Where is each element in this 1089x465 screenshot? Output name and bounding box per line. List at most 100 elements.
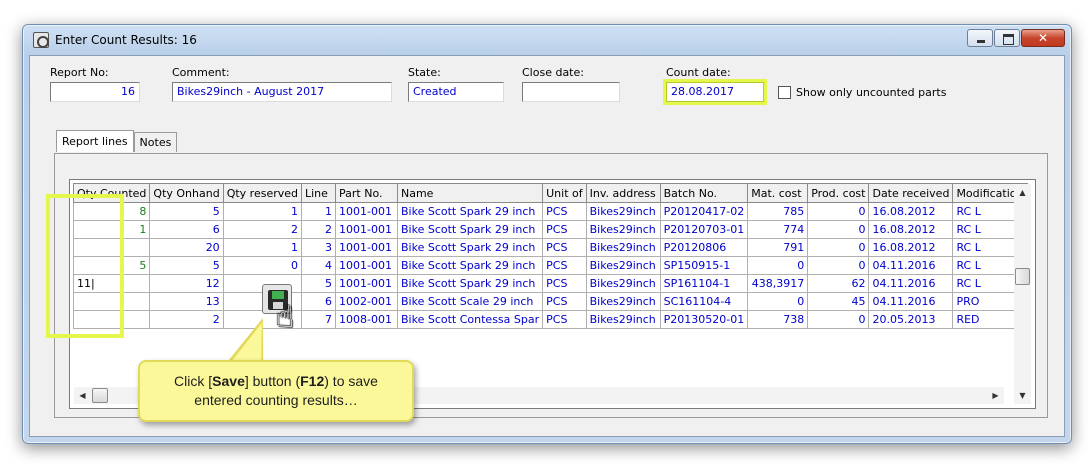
- cell-line[interactable]: 7: [301, 310, 336, 329]
- cell-name[interactable]: Bike Scott Spark 29 inch: [396, 256, 544, 275]
- close-date-field[interactable]: [522, 82, 620, 102]
- cell-line[interactable]: 3: [301, 238, 336, 257]
- cell-unit[interactable]: PCS: [542, 292, 587, 311]
- cell-qty-onhand[interactable]: 13: [149, 292, 224, 311]
- cell-qty-counted[interactable]: 1: [72, 220, 151, 239]
- cell-qty-reserved[interactable]: 0: [222, 256, 303, 275]
- cell-qty-counted[interactable]: [72, 292, 151, 311]
- scroll-up-arrow-icon[interactable]: ▲: [1014, 184, 1031, 201]
- cell-prod-cost[interactable]: 62: [807, 274, 870, 293]
- column-header-unit[interactable]: Unit of: [542, 183, 587, 203]
- column-header-mat-cost[interactable]: Mat. cost: [747, 183, 809, 203]
- cell-name[interactable]: Bike Scott Spark 29 inch: [396, 238, 544, 257]
- cell-qty-reserved[interactable]: 2: [222, 220, 303, 239]
- cell-line[interactable]: 4: [301, 256, 336, 275]
- cell-batch-no[interactable]: SP150915-1: [659, 256, 749, 275]
- cell-mat-cost[interactable]: 785: [747, 202, 809, 221]
- cell-qty-onhand[interactable]: 5: [149, 202, 224, 221]
- cell-date-received[interactable]: 04.11.2016: [868, 292, 954, 311]
- cell-mat-cost[interactable]: 438,3917: [747, 274, 809, 293]
- title-bar[interactable]: Enter Count Results: 16: [23, 25, 1071, 55]
- vertical-scrollbar[interactable]: ▲ ▼: [1014, 184, 1031, 404]
- column-header-qty-reserved[interactable]: Qty reserved: [222, 183, 303, 203]
- cell-inv-address[interactable]: Bikes29inch: [585, 274, 661, 293]
- cell-prod-cost[interactable]: 0: [807, 310, 870, 329]
- horizontal-scroll-thumb[interactable]: [92, 388, 108, 403]
- show-uncounted-checkbox[interactable]: [778, 86, 791, 99]
- cell-qty-counted[interactable]: 5: [72, 256, 151, 275]
- cell-inv-address[interactable]: Bikes29inch: [585, 202, 661, 221]
- cell-qty-reserved[interactable]: 1: [222, 202, 303, 221]
- vertical-scroll-thumb[interactable]: [1015, 268, 1030, 285]
- cell-unit[interactable]: PCS: [542, 310, 587, 329]
- cell-part-no[interactable]: 1001-001: [335, 220, 398, 239]
- cell-unit[interactable]: PCS: [542, 202, 587, 221]
- cell-batch-no[interactable]: SC161104-4: [659, 292, 749, 311]
- cell-prod-cost[interactable]: 0: [807, 220, 870, 239]
- cell-batch-no[interactable]: P20120703-01: [659, 220, 749, 239]
- cell-line[interactable]: 5: [301, 274, 336, 293]
- cell-batch-no[interactable]: P20130520-01: [659, 310, 749, 329]
- cell-inv-address[interactable]: Bikes29inch: [585, 310, 661, 329]
- scroll-right-arrow-icon[interactable]: ▶: [987, 387, 1004, 404]
- cell-name[interactable]: Bike Scott Contessa Spar: [396, 310, 544, 329]
- cell-date-received[interactable]: 04.11.2016: [868, 256, 954, 275]
- cell-qty-counted[interactable]: 8: [72, 202, 151, 221]
- cell-inv-address[interactable]: Bikes29inch: [585, 220, 661, 239]
- cell-part-no[interactable]: 1001-001: [335, 274, 398, 293]
- cell-date-received[interactable]: 04.11.2016: [868, 274, 954, 293]
- cell-qty-onhand[interactable]: 6: [149, 220, 224, 239]
- cell-prod-cost[interactable]: 0: [807, 238, 870, 257]
- column-header-inv-address[interactable]: Inv. address: [585, 183, 661, 203]
- report-no-field[interactable]: 16: [50, 82, 140, 102]
- column-header-part-no[interactable]: Part No.: [335, 183, 398, 203]
- cell-mat-cost[interactable]: 738: [747, 310, 809, 329]
- cell-name[interactable]: Bike Scott Spark 29 inch: [396, 202, 544, 221]
- column-header-qty-counted[interactable]: Qty Counted: [72, 183, 151, 203]
- comment-field[interactable]: Bikes29inch - August 2017: [172, 82, 392, 102]
- table-row[interactable]: 20 1 3 1001-001 Bike Scott Spark 29 inch PCS B…: [72, 238, 1028, 257]
- cell-part-no[interactable]: 1008-001: [335, 310, 398, 329]
- cell-mat-cost[interactable]: 0: [747, 256, 809, 275]
- cell-inv-address[interactable]: Bikes29inch: [585, 292, 661, 311]
- cell-qty-counted[interactable]: [72, 310, 151, 329]
- column-header-date-received[interactable]: Date received: [868, 183, 954, 203]
- column-header-line[interactable]: Line: [301, 183, 336, 203]
- table-row[interactable]: 5 5 0 4 1001-001 Bike Scott Spark 29 inch PCS B…: [72, 256, 1028, 275]
- scroll-left-arrow-icon[interactable]: ◀: [74, 387, 91, 404]
- cell-part-no[interactable]: 1001-001: [335, 202, 398, 221]
- column-header-batch-no[interactable]: Batch No.: [659, 183, 749, 203]
- cell-name[interactable]: Bike Scott Scale 29 inch: [396, 292, 544, 311]
- cell-part-no[interactable]: 1002-001: [335, 292, 398, 311]
- table-row[interactable]: 13 6 1002-001 Bike Scott Scale 29 inch PCS Bi…: [72, 292, 1028, 311]
- cell-date-received[interactable]: 16.08.2012: [868, 202, 954, 221]
- state-field[interactable]: Created: [408, 82, 504, 102]
- cell-unit[interactable]: PCS: [542, 274, 587, 293]
- tab-notes[interactable]: Notes: [133, 132, 178, 152]
- cell-mat-cost[interactable]: 774: [747, 220, 809, 239]
- cell-qty-onhand[interactable]: 20: [149, 238, 224, 257]
- cell-date-received[interactable]: 20.05.2013: [868, 310, 954, 329]
- count-date-field[interactable]: 28.08.2017: [666, 82, 764, 102]
- close-button[interactable]: [1021, 29, 1065, 47]
- cell-batch-no[interactable]: SP161104-1: [659, 274, 749, 293]
- cell-inv-address[interactable]: Bikes29inch: [585, 256, 661, 275]
- cell-date-received[interactable]: 16.08.2012: [868, 238, 954, 257]
- scroll-down-arrow-icon[interactable]: ▼: [1014, 387, 1031, 404]
- cell-batch-no[interactable]: P20120417-02: [659, 202, 749, 221]
- cell-batch-no[interactable]: P20120806: [659, 238, 749, 257]
- cell-inv-address[interactable]: Bikes29inch: [585, 238, 661, 257]
- column-header-prod-cost[interactable]: Prod. cost: [807, 183, 870, 203]
- cell-prod-cost[interactable]: 0: [807, 202, 870, 221]
- cell-line[interactable]: 2: [301, 220, 336, 239]
- column-header-name[interactable]: Name: [396, 183, 544, 203]
- column-header-qty-onhand[interactable]: Qty Onhand: [149, 183, 224, 203]
- cell-unit[interactable]: PCS: [542, 238, 587, 257]
- cell-line[interactable]: 1: [301, 202, 336, 221]
- cell-name[interactable]: Bike Scott Spark 29 inch: [396, 220, 544, 239]
- cell-unit[interactable]: PCS: [542, 220, 587, 239]
- minimize-button[interactable]: [967, 29, 993, 47]
- cell-prod-cost[interactable]: 45: [807, 292, 870, 311]
- cell-qty-counted[interactable]: [72, 238, 151, 257]
- cell-prod-cost[interactable]: 0: [807, 256, 870, 275]
